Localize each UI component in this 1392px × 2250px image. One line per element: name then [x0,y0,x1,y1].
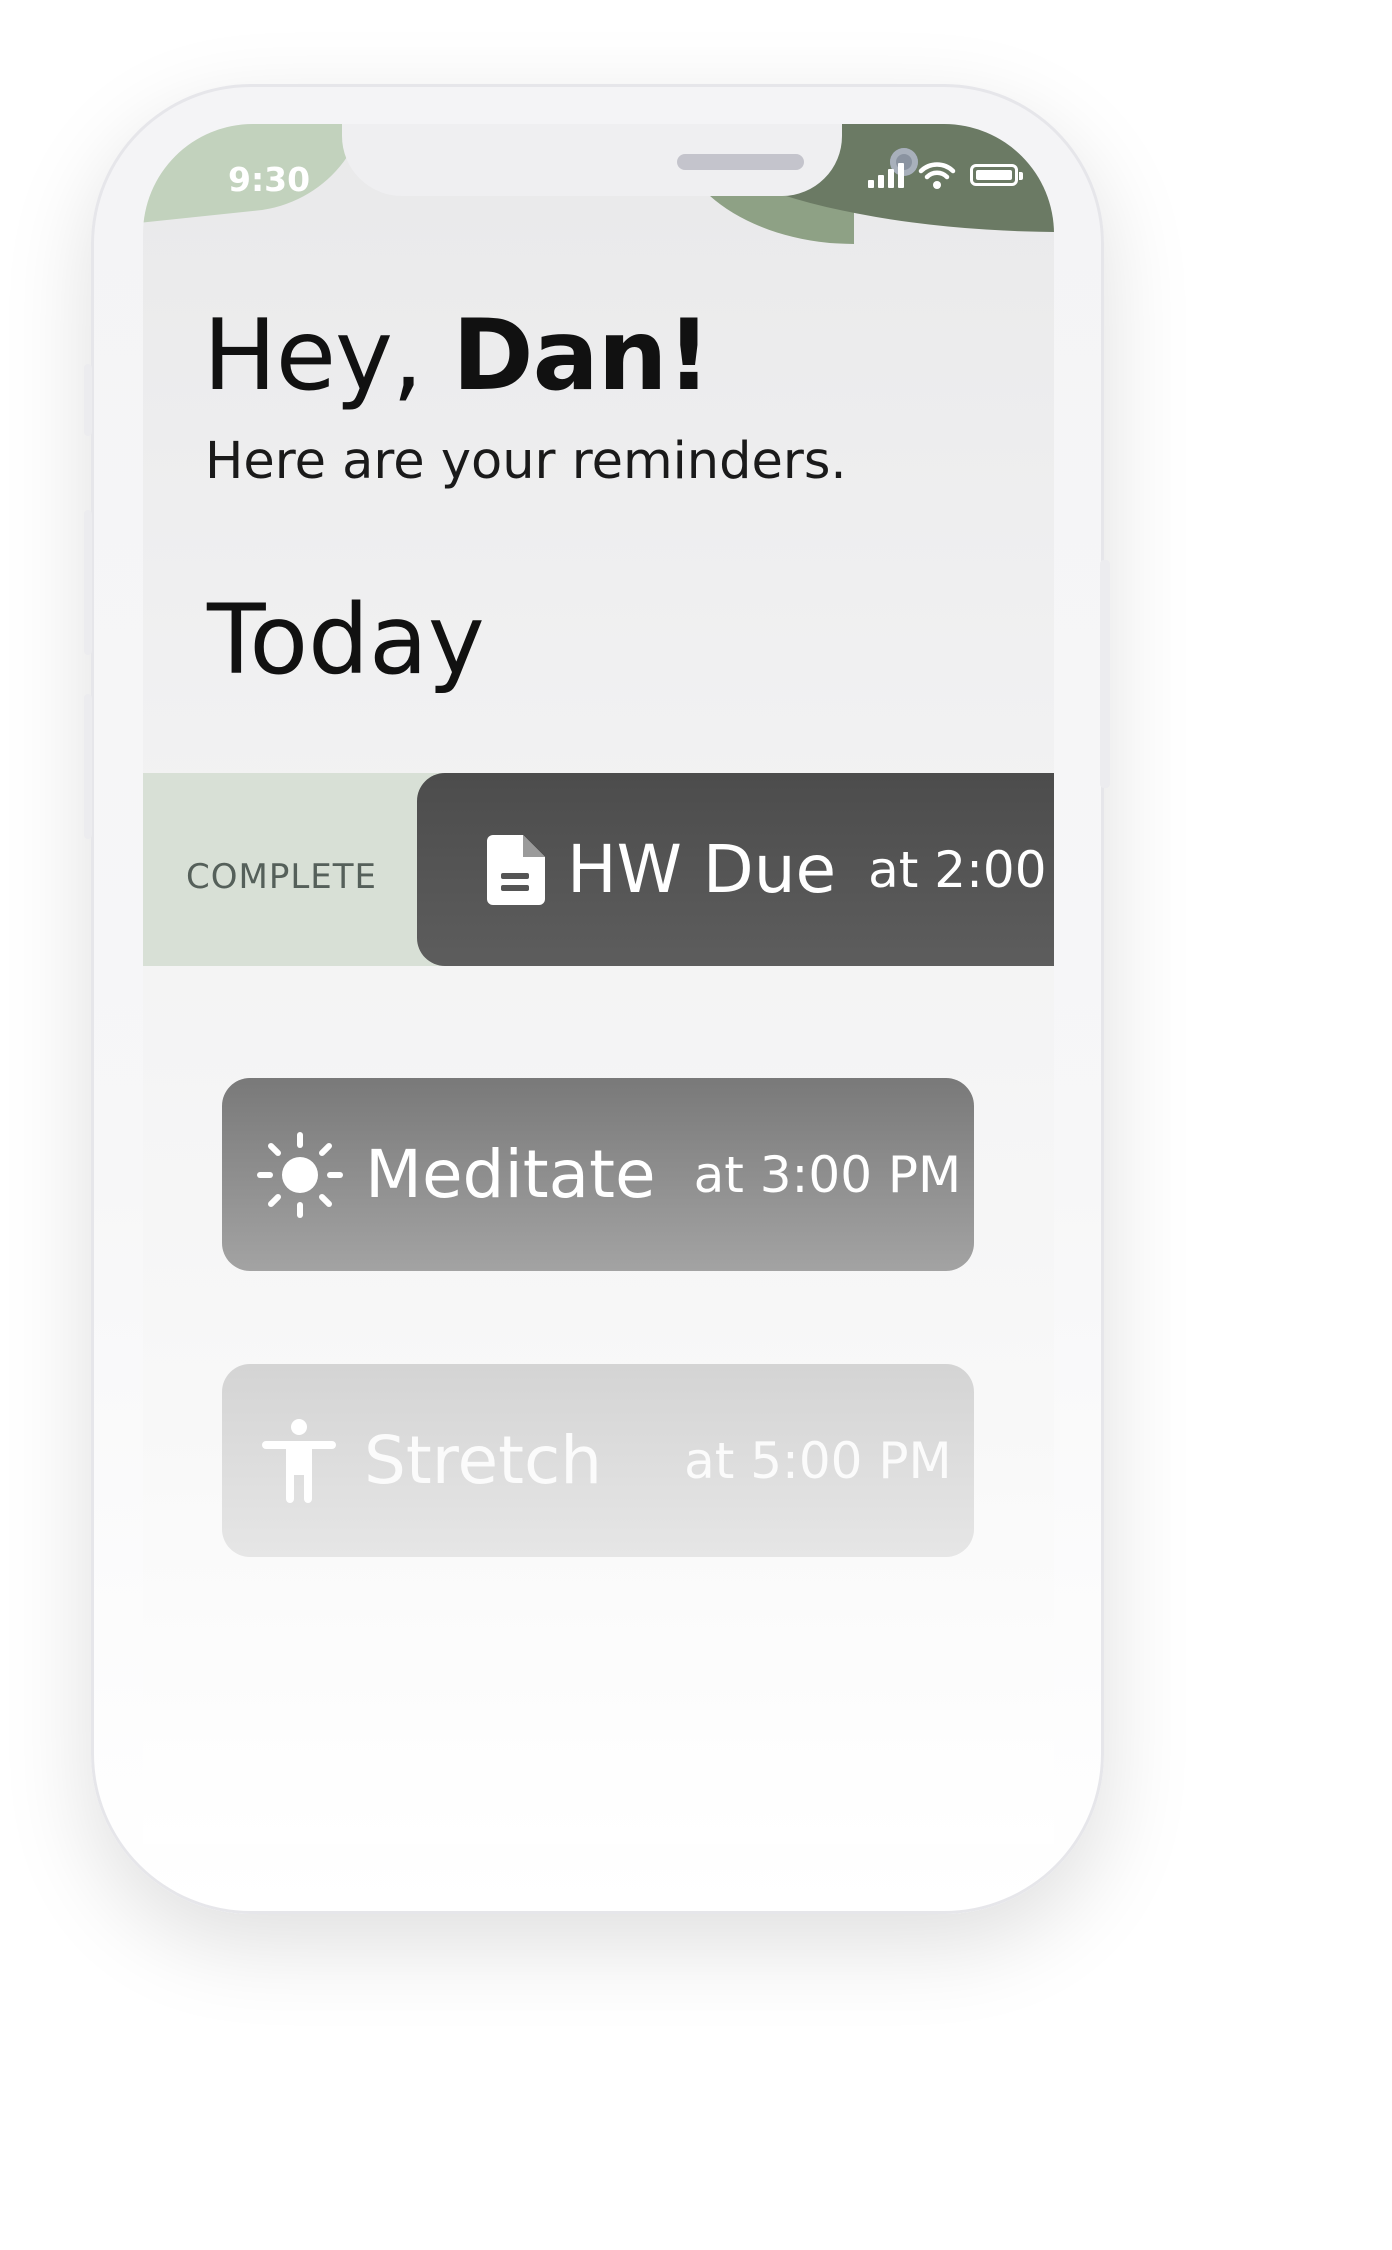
complete-action-label[interactable]: COMPLETE [186,857,377,897]
stretch-person-icon [262,1418,336,1503]
status-time: 9:30 [228,160,311,199]
section-title-today: Today [207,584,485,696]
greeting-subtitle: Here are your reminders. [205,432,847,491]
document-icon [487,834,545,905]
signal-icon [868,162,904,188]
notch [342,124,918,196]
volume-down-button [84,694,92,839]
volume-up-button [84,510,92,655]
speaker-grille [677,154,804,170]
battery-icon [970,164,1023,186]
reminder-card-meditate[interactable]: Meditate at 3:00 PM [222,1078,974,1271]
reminder-title: Stretch [364,1422,603,1499]
wifi-icon [918,162,956,189]
app-screen: 9:30 Hey, Dan! Here are your reminders. … [143,124,1054,1844]
reminder-card-hw-due[interactable]: HW Due at 2:00 [417,773,1054,966]
reminder-card-stretch[interactable]: Stretch at 5:00 PM [222,1364,974,1557]
reminder-time: at 3:00 PM [693,1145,962,1204]
user-name: Dan! [452,299,711,413]
reminder-title: HW Due [567,831,837,908]
reminder-time: at 2:00 [868,840,1047,899]
greeting-prefix: Hey, [203,299,453,413]
greeting-heading: Hey, Dan! [203,299,711,413]
status-icons [868,160,1023,190]
reminder-title: Meditate [365,1136,656,1213]
power-button [1100,560,1110,788]
reminder-time: at 5:00 PM [684,1431,952,1490]
sun-icon [257,1131,343,1218]
mute-switch [84,364,92,436]
